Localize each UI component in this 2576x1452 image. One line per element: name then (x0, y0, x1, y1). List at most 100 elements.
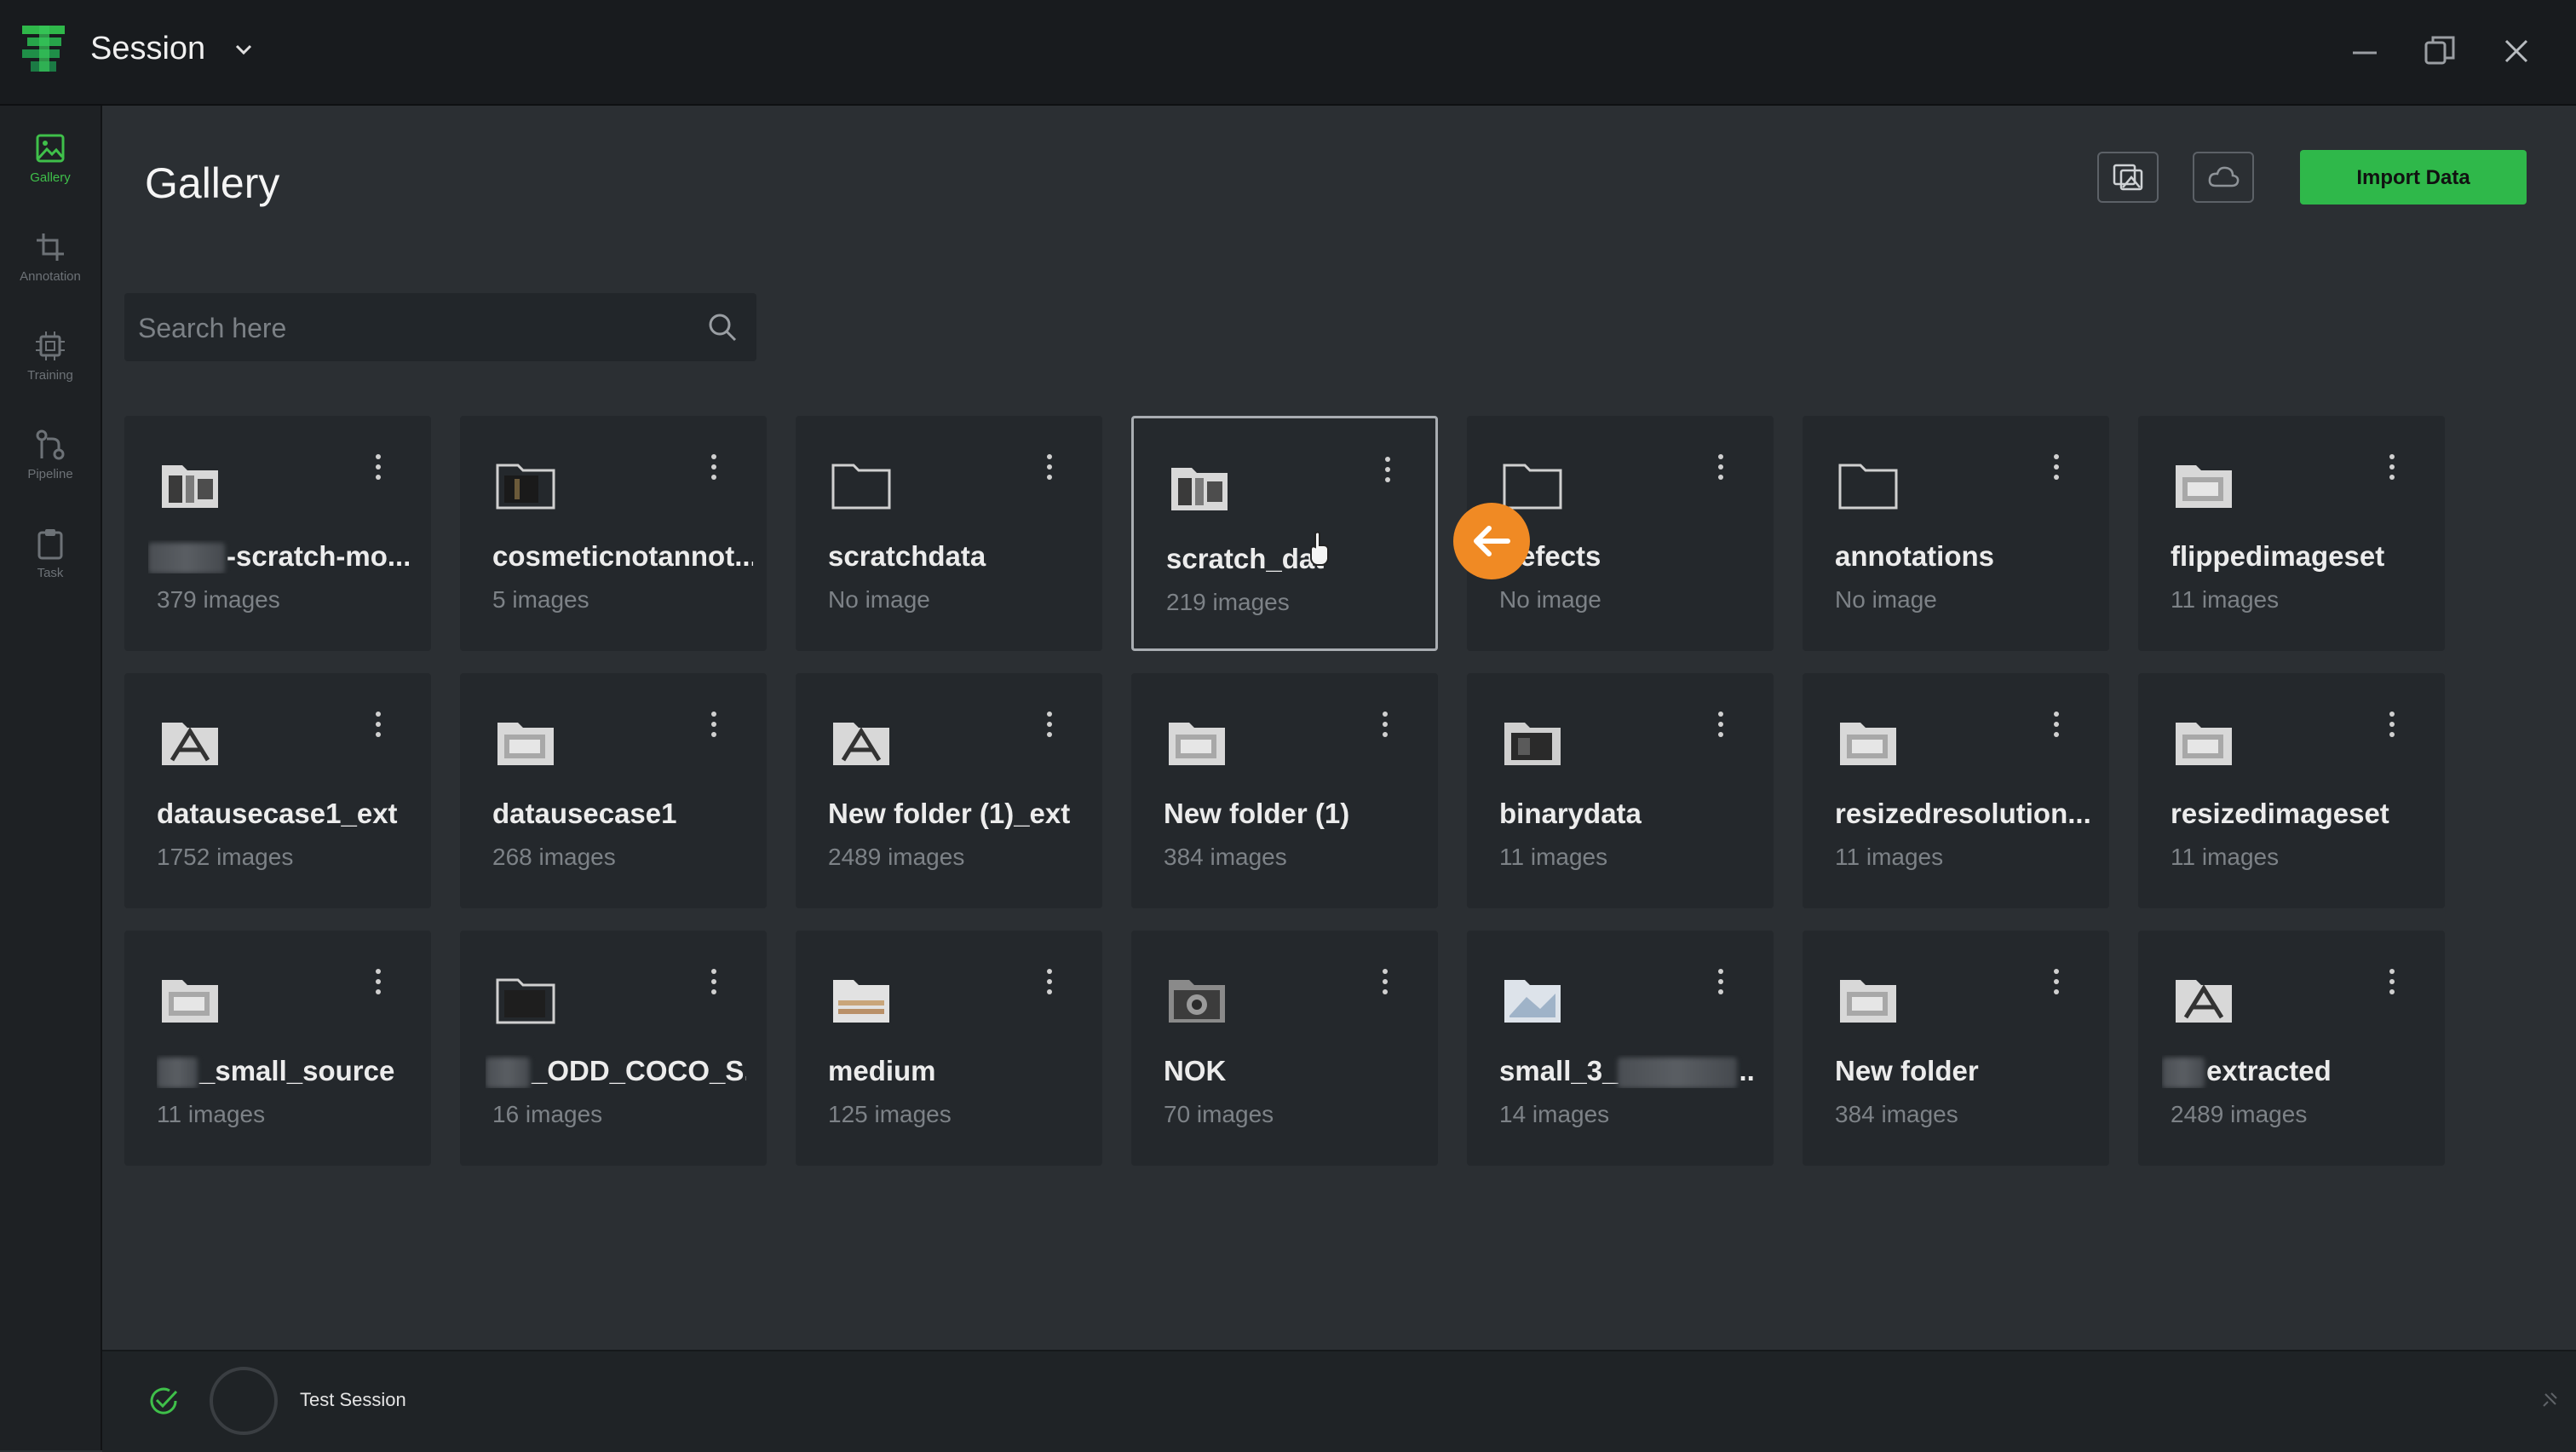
back-arrow-button[interactable] (1453, 503, 1530, 579)
sidebar-item-task[interactable]: Task (0, 527, 101, 612)
import-data-button[interactable]: Import Data (2300, 150, 2527, 205)
pin-icon[interactable] (2540, 1391, 2559, 1409)
folder-name: New folder (1)_ext (828, 798, 1071, 829)
session-title[interactable]: Session (90, 31, 205, 67)
page-title: Gallery (145, 159, 280, 207)
kebab-menu-icon[interactable] (1039, 963, 1060, 1000)
kebab-menu-icon[interactable] (368, 706, 388, 743)
title-bar: Session (0, 0, 2576, 106)
kebab-menu-icon[interactable] (368, 448, 388, 486)
kebab-menu-icon[interactable] (2046, 448, 2067, 486)
kebab-menu-icon[interactable] (2382, 448, 2402, 486)
folder-empty-icon (1503, 464, 1562, 510)
clipboard-icon (37, 529, 63, 560)
sidebar-item-label: Annotation (20, 269, 81, 284)
folder-card[interactable]: datausecase1 268 images (460, 673, 767, 908)
sidebar-item-training[interactable]: Training (0, 329, 101, 414)
folder-dark-icon (496, 464, 555, 510)
session-name: Test Session (300, 1389, 406, 1410)
sidebar: Gallery Annotation Training Pipeline Tas… (0, 106, 102, 1450)
kebab-menu-icon[interactable] (2382, 706, 2402, 743)
minimize-icon[interactable] (2344, 31, 2385, 72)
kebab-menu-icon[interactable] (1375, 963, 1395, 1000)
cloud-button[interactable] (2193, 152, 2254, 203)
folder-card[interactable]: scratchdata No image (796, 416, 1102, 651)
folder-image-count: 219 images (1166, 589, 1290, 615)
folder-dark-icon (496, 978, 555, 1024)
folder-image-count: 384 images (1164, 844, 1287, 870)
folder-image-count: 125 images (828, 1101, 952, 1127)
folder-card[interactable]: _ODD_COCO_S... 16 images (460, 931, 767, 1166)
kebab-menu-icon[interactable] (1711, 706, 1731, 743)
folder-card[interactable]: datausecase1_ext 1752 images (124, 673, 431, 908)
folder-image-count: 11 images (1499, 844, 1608, 870)
kebab-menu-icon[interactable] (1377, 451, 1398, 488)
folder-image-count: 14 images (1499, 1101, 1610, 1127)
kebab-menu-icon[interactable] (1711, 963, 1731, 1000)
kebab-menu-icon[interactable] (1375, 706, 1395, 743)
kebab-menu-icon[interactable] (2382, 963, 2402, 1000)
folder-card-selected[interactable]: scratch_dat 219 images (1131, 416, 1438, 651)
crop-icon (37, 233, 64, 261)
folder-card[interactable]: flippedimageset 11 images (2138, 416, 2445, 651)
folder-name: cosmeticnotannot... (492, 540, 753, 572)
kebab-menu-icon[interactable] (2046, 706, 2067, 743)
kebab-menu-icon[interactable] (2046, 963, 2067, 1000)
folder-name: datausecase1 (492, 798, 677, 829)
folder-images-icon (1840, 980, 1896, 1023)
folder-card[interactable]: New folder (1) 384 images (1131, 673, 1438, 908)
kebab-menu-icon[interactable] (704, 448, 724, 486)
folder-a-icon (162, 723, 218, 765)
folder-card[interactable]: medium 125 images (796, 931, 1102, 1166)
kebab-menu-icon[interactable] (704, 706, 724, 743)
folder-card[interactable]: annotations No image (1803, 416, 2109, 651)
folder-a-icon (2176, 980, 2232, 1023)
kebab-menu-icon[interactable] (704, 963, 724, 1000)
kebab-menu-icon[interactable] (1039, 448, 1060, 486)
pipeline-icon (36, 429, 65, 460)
folder-name: NOK (1164, 1055, 1227, 1086)
kebab-menu-icon[interactable] (368, 963, 388, 1000)
folder-name: annotations (1835, 540, 1994, 572)
folder-images-icon (2176, 723, 2232, 765)
folder-card[interactable]: New folder (1)_ext 2489 images (796, 673, 1102, 908)
sidebar-item-pipeline[interactable]: Pipeline (0, 428, 101, 513)
folder-card[interactable]: _small_source 11 images (124, 931, 431, 1166)
folder-card[interactable]: binarydata 11 images (1467, 673, 1774, 908)
folder-card[interactable]: cosmeticnotannot... 5 images (460, 416, 767, 651)
folder-name: _small_source (157, 1055, 417, 1089)
kebab-menu-icon[interactable] (1039, 706, 1060, 743)
search-icon[interactable] (704, 308, 741, 346)
folder-image-count: 268 images (492, 844, 616, 870)
sidebar-item-annotation[interactable]: Annotation (0, 230, 101, 315)
image-view-button[interactable] (2097, 152, 2159, 203)
folder-card[interactable]: extracted 2489 images (2138, 931, 2445, 1166)
search-input[interactable] (136, 302, 685, 354)
hand-cursor-icon (1310, 531, 1329, 566)
folder-images-icon (162, 465, 218, 508)
kebab-menu-icon[interactable] (1711, 448, 1731, 486)
folder-image-count: 16 images (492, 1101, 603, 1127)
close-icon[interactable] (2496, 31, 2537, 72)
folder-card[interactable]: small_3_.. 14 images (1467, 931, 1774, 1166)
folder-card[interactable]: NOK 70 images (1131, 931, 1438, 1166)
folder-image-count: 11 images (1835, 844, 1944, 870)
folder-image-count: 379 images (157, 586, 280, 613)
folder-card[interactable]: -scratch-mo... 379 images (124, 416, 431, 651)
chevron-down-icon[interactable] (232, 37, 256, 61)
folder-image-count: 384 images (1835, 1101, 1958, 1127)
folder-image-count: No image (1835, 586, 1937, 613)
folder-card[interactable]: resizedresolution... 11 images (1803, 673, 2109, 908)
app-logo-icon (22, 26, 65, 72)
folder-image-count: 2489 images (828, 844, 965, 870)
chip-icon (36, 331, 65, 360)
folder-images-icon (1504, 980, 1561, 1023)
folder-card[interactable]: New folder 384 images (1803, 931, 2109, 1166)
folder-name: small_3_.. (1499, 1055, 1760, 1089)
restore-icon[interactable] (2419, 31, 2460, 72)
image-icon (36, 134, 65, 163)
folder-image-count: 11 images (157, 1101, 266, 1127)
folder-card[interactable]: resizedimageset 11 images (2138, 673, 2445, 908)
folder-empty-icon (1838, 464, 1898, 510)
sidebar-item-gallery[interactable]: Gallery (0, 131, 101, 216)
